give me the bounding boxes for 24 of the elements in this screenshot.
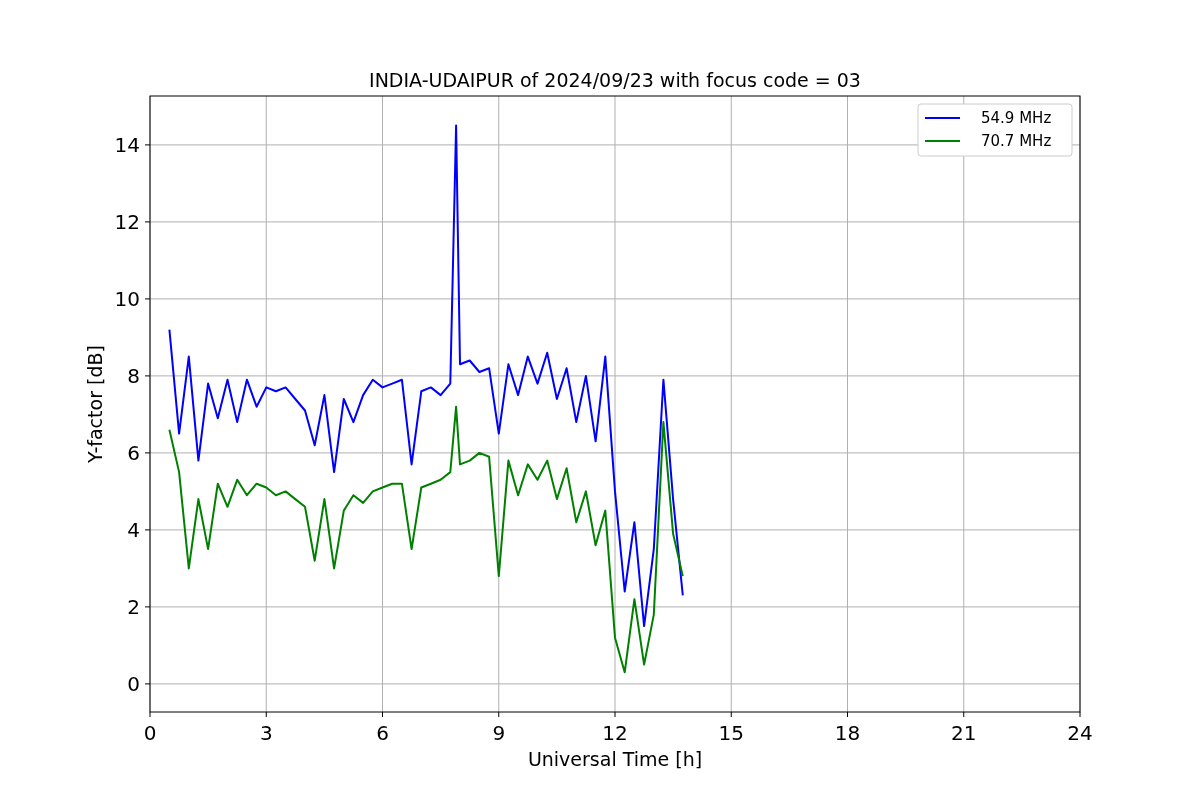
x-tick-label: 12 — [602, 721, 628, 745]
legend-line — [924, 140, 961, 142]
x-tick-label: 18 — [834, 721, 861, 745]
x-tick-label: 21 — [951, 721, 977, 745]
y-tick-label: 6 — [127, 440, 140, 465]
y-tick-label: 0 — [127, 671, 140, 696]
x-tick-label: 24 — [1067, 721, 1093, 745]
legend-line — [924, 117, 961, 119]
x-axis-label: Universal Time [h] — [527, 748, 703, 770]
x-tick-label: 6 — [376, 721, 389, 745]
x-tick-label: 9 — [492, 721, 506, 745]
chart-title: INDIA-UDAIPUR of 2024/09/23 with focus code = 03 — [369, 69, 861, 91]
legend-label: 54.9 MHz — [981, 109, 1052, 127]
y-tick-label: 4 — [127, 517, 140, 542]
y-axis-label: Y-factor [dB] — [84, 345, 106, 463]
y-tick-label: 10 — [114, 286, 140, 311]
x-tick-label: 15 — [718, 721, 744, 745]
x-tick-label: 3 — [259, 721, 273, 745]
legend-label: 70.7 MHz — [981, 132, 1052, 150]
y-tick-label: 14 — [114, 132, 140, 157]
y-tick-label: 8 — [127, 363, 140, 388]
y-tick-label: 2 — [127, 594, 140, 619]
y-tick-label: 12 — [114, 209, 140, 234]
x-tick-label: 0 — [143, 721, 157, 745]
